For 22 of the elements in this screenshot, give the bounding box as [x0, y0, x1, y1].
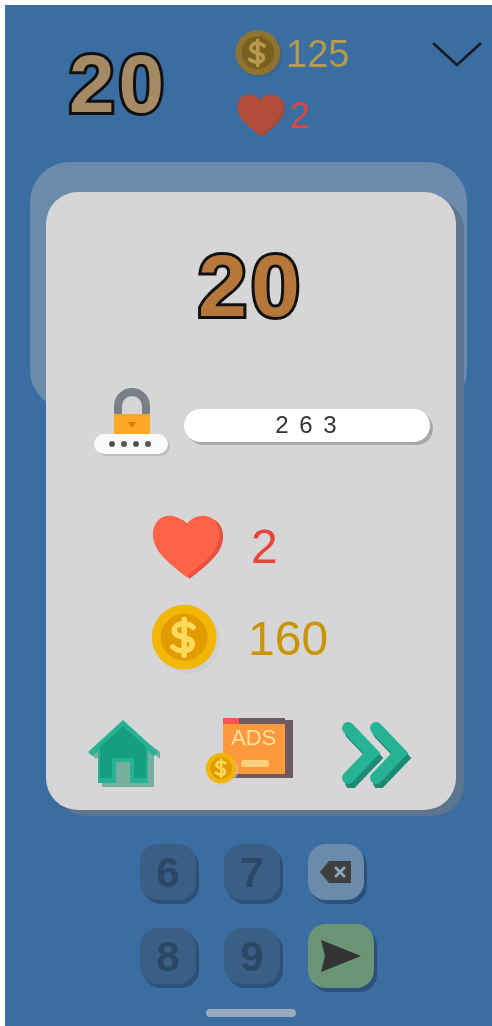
- coin-count: 125: [286, 35, 350, 73]
- heart-icon: [236, 93, 286, 138]
- send-key[interactable]: [308, 924, 374, 988]
- watch-ad-button[interactable]: ADS: [205, 718, 295, 788]
- coin-icon: [205, 752, 239, 786]
- lives-count: 2: [290, 97, 311, 134]
- ad-screen-icon: [223, 718, 293, 778]
- code-field: 2 6 3: [184, 408, 430, 442]
- coin-icon: [150, 602, 222, 675]
- dialog-score: 20: [198, 242, 304, 330]
- home-icon: [86, 718, 160, 788]
- lives-count: 2: [251, 523, 278, 572]
- backspace-icon: [319, 860, 353, 884]
- home-button[interactable]: [86, 718, 160, 788]
- chevron-down-icon: [431, 41, 483, 69]
- heart-icon: [151, 514, 225, 581]
- backspace-key[interactable]: [308, 844, 364, 900]
- ads-label: ADS: [231, 727, 277, 749]
- send-icon: [320, 939, 362, 973]
- coin-count: 160: [248, 614, 329, 663]
- coin-icon: [234, 29, 284, 79]
- score: 20: [69, 43, 170, 125]
